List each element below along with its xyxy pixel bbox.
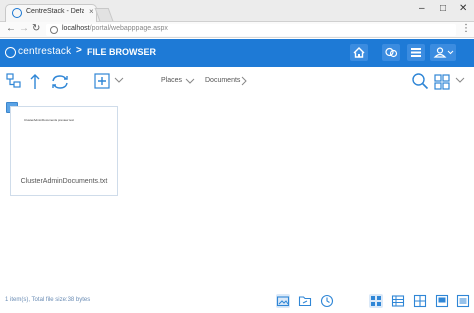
minimize-button[interactable]: – — [419, 3, 425, 14]
detail-view-button[interactable] — [391, 294, 405, 308]
gallery-view-button[interactable] — [435, 294, 449, 308]
list-menu-button[interactable] — [407, 44, 425, 61]
list-view-button[interactable] — [456, 294, 470, 308]
footer-bar: 1 item(s), Total file size:38 bytes — [0, 288, 474, 313]
tab-close-icon[interactable]: × — [89, 7, 94, 16]
places-dropdown-button[interactable] — [185, 78, 195, 86]
grid-view-icon — [434, 74, 450, 90]
thumbnail-view-button[interactable] — [369, 294, 383, 308]
home-icon — [353, 47, 365, 58]
chevron-down-icon — [185, 78, 195, 84]
site-favicon-icon — [12, 8, 22, 18]
breadcrumb-next-button[interactable] — [240, 76, 248, 86]
maximize-button[interactable]: □ — [440, 3, 446, 14]
shared-folder-button[interactable] — [298, 294, 312, 308]
sync-icon — [52, 75, 68, 89]
folder-share-icon — [298, 296, 312, 307]
sync-button[interactable] — [50, 73, 70, 91]
breadcrumb-places[interactable]: Places — [161, 77, 182, 84]
chevron-right-icon — [241, 76, 247, 86]
large-icon-view-button[interactable] — [413, 294, 427, 308]
browser-tab[interactable]: CentreStack - Default Cl × — [5, 4, 97, 22]
tree-view-button[interactable] — [6, 73, 22, 89]
recent-button[interactable] — [320, 294, 334, 308]
view-mode-button[interactable] — [434, 74, 450, 90]
up-folder-button[interactable] — [28, 72, 42, 90]
user-menu-button[interactable] — [430, 44, 456, 61]
list-icon — [411, 48, 421, 57]
detail-list-icon — [391, 295, 405, 307]
add-button[interactable] — [94, 73, 110, 89]
file-tile[interactable]: ClusterAdminDocuments preview text Clust… — [10, 106, 118, 196]
folder-tree-icon — [6, 73, 21, 88]
url-text: localhost/portal/webapppage.aspx — [62, 25, 168, 32]
chat-bubbles-icon — [385, 47, 398, 58]
search-button[interactable] — [411, 72, 429, 90]
url-path: /portal/webapppage.aspx — [89, 25, 168, 32]
address-bar: ← → ↻ localhost/portal/webapppage.aspx ⋮ — [0, 22, 474, 38]
plus-box-icon — [94, 73, 110, 89]
logo-icon — [5, 47, 16, 58]
view-mode-dropdown-button[interactable] — [455, 77, 465, 85]
new-tab-button[interactable] — [94, 8, 114, 21]
browser-menu-icon[interactable]: ⋮ — [461, 23, 471, 34]
large-grid-icon — [413, 294, 427, 308]
close-window-button[interactable]: ✕ — [459, 3, 467, 14]
arrow-up-icon — [30, 74, 40, 89]
forward-arrow-icon[interactable]: → — [19, 23, 29, 34]
reload-icon[interactable]: ↻ — [32, 23, 40, 34]
app-logo[interactable]: centrestack — [18, 46, 71, 57]
app-header: centrestack > FILE BROWSER — [0, 39, 474, 67]
file-name[interactable]: ClusterAdminDocuments.txt — [11, 178, 117, 185]
chat-button[interactable] — [382, 44, 400, 61]
back-arrow-icon[interactable]: ← — [6, 23, 16, 34]
browser-titlebar: CentreStack - Default Cl × – □ ✕ — [0, 0, 474, 22]
home-button[interactable] — [350, 44, 368, 61]
header-separator: > — [76, 45, 82, 56]
gallery-icon — [435, 294, 449, 308]
url-host: localhost — [62, 25, 90, 32]
status-text: 1 item(s), Total file size:38 bytes — [5, 297, 91, 303]
clock-icon — [320, 294, 334, 308]
breadcrumb-documents[interactable]: Documents — [205, 77, 240, 84]
info-icon — [50, 26, 58, 34]
chevron-down-icon — [455, 77, 465, 83]
url-field[interactable]: localhost/portal/webapppage.aspx — [46, 24, 456, 36]
add-dropdown-button[interactable] — [114, 77, 124, 85]
search-icon — [412, 73, 429, 90]
image-folder-icon — [276, 296, 290, 307]
user-icon — [433, 47, 454, 58]
list-view-icon — [456, 294, 470, 308]
chevron-down-icon — [114, 77, 124, 83]
browser-tab-title: CentreStack - Default Cl — [26, 8, 84, 15]
file-preview: ClusterAdminDocuments preview text — [24, 118, 75, 122]
image-gallery-button[interactable] — [276, 294, 290, 308]
thumbnail-grid-icon — [371, 296, 381, 306]
page-title: FILE BROWSER — [87, 47, 156, 57]
file-toolbar: Places Documents — [0, 67, 474, 97]
